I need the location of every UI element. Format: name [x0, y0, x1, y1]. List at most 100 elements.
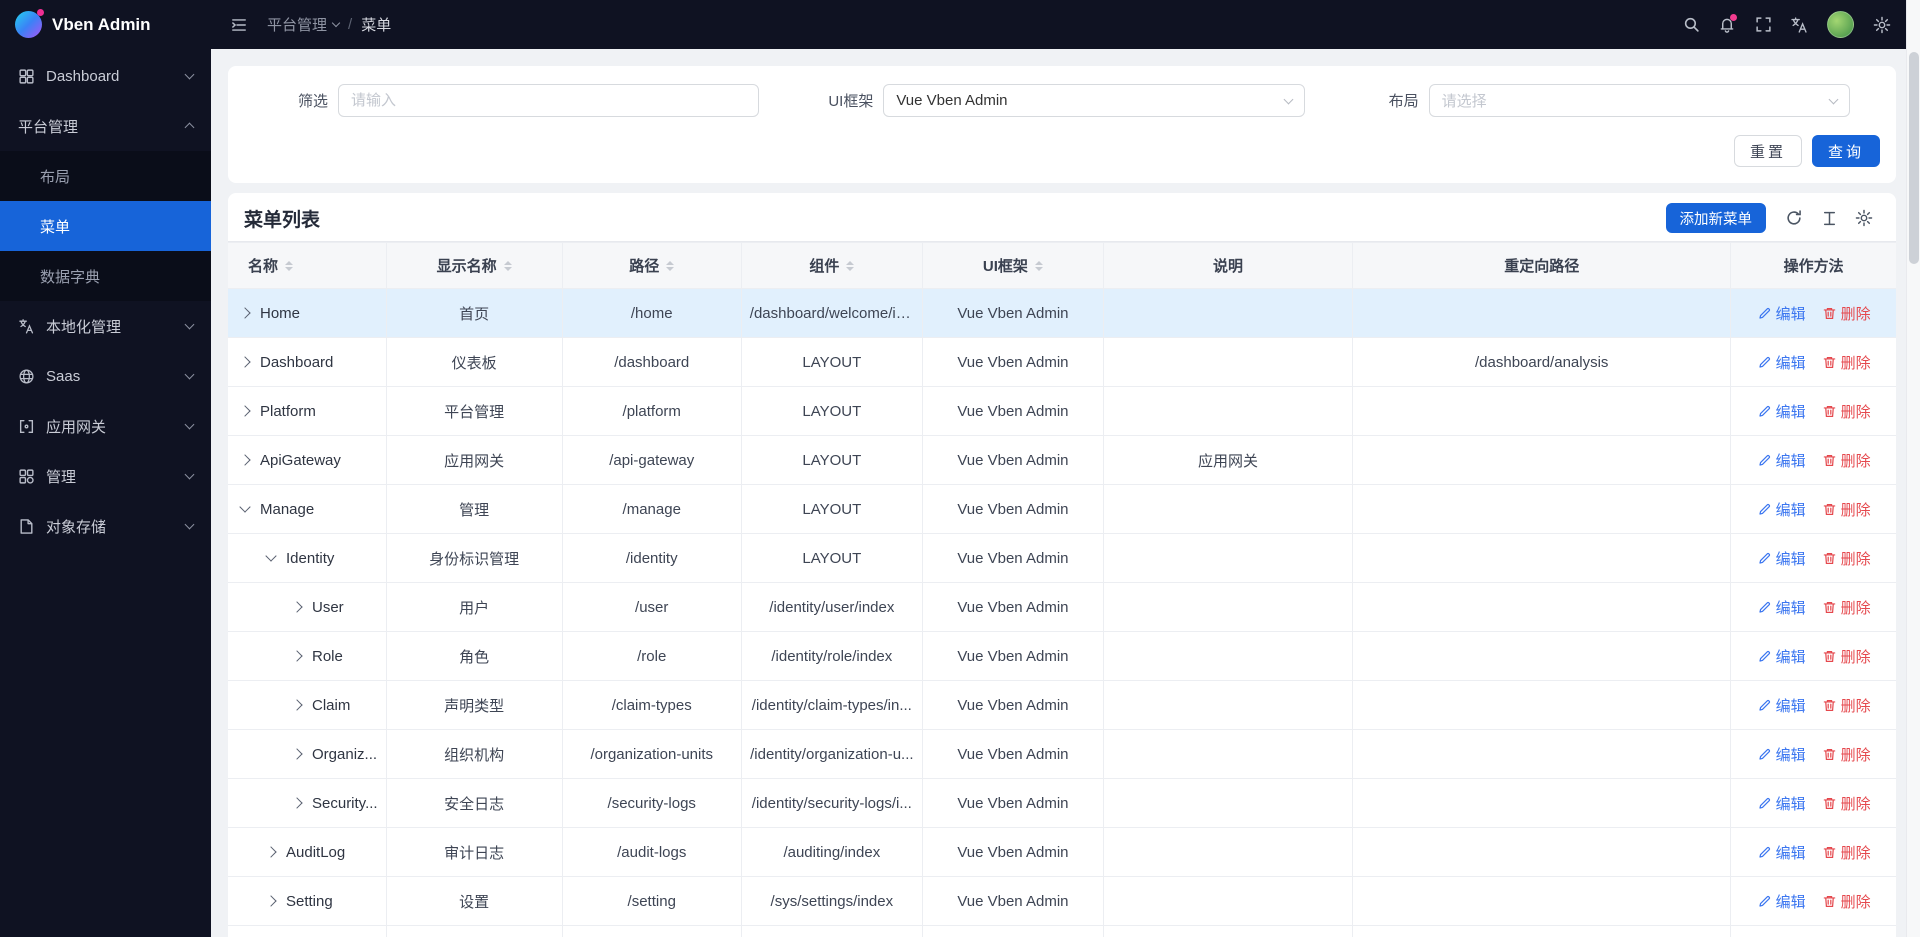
delete-button[interactable]: 删除 [1822, 793, 1871, 814]
cell-description [1103, 289, 1352, 338]
edit-button[interactable]: 编辑 [1757, 303, 1806, 324]
column-header-3[interactable]: 组件 [741, 243, 922, 289]
sidebar-subitem-2[interactable]: 数据字典 [0, 251, 211, 301]
keyword-input[interactable] [338, 84, 759, 117]
avatar[interactable] [1827, 11, 1854, 38]
column-label: UI框架 [983, 255, 1028, 276]
expand-row-icon[interactable] [265, 895, 276, 906]
filter-field-ui-framework: UI框架 Vue Vben Admin [789, 84, 1334, 117]
cell-name: Role [228, 632, 386, 681]
sort-icon[interactable] [504, 261, 512, 271]
delete-button[interactable]: 删除 [1822, 303, 1871, 324]
sort-icon[interactable] [1035, 261, 1043, 271]
edit-button[interactable]: 编辑 [1757, 793, 1806, 814]
sidebar-item-gateway[interactable]: 应用网关 [0, 401, 211, 451]
expand-row-icon[interactable] [291, 748, 302, 759]
refresh-icon[interactable] [1778, 202, 1810, 234]
sidebar-item-platform[interactable]: 平台管理 [0, 101, 211, 151]
layout-select[interactable]: 请选择 [1429, 84, 1850, 117]
breadcrumb-item-platform[interactable]: 平台管理 [267, 14, 339, 35]
app-logo[interactable]: Vben Admin [0, 0, 211, 49]
column-header-4[interactable]: UI框架 [922, 243, 1103, 289]
edit-button[interactable]: 编辑 [1757, 744, 1806, 765]
trash-icon [1822, 845, 1837, 860]
sidebar-item-manage[interactable]: 管理 [0, 451, 211, 501]
delete-button[interactable]: 删除 [1822, 352, 1871, 373]
pencil-icon [1757, 649, 1772, 664]
translate-icon[interactable] [1783, 9, 1815, 41]
menu-name: ApiGateway [260, 452, 341, 469]
settings-icon[interactable] [1848, 202, 1880, 234]
expand-row-icon[interactable] [239, 405, 250, 416]
expand-row-icon[interactable] [239, 307, 250, 318]
edit-button[interactable]: 编辑 [1757, 695, 1806, 716]
fullscreen-icon[interactable] [1747, 9, 1779, 41]
column-label: 重定向路径 [1504, 255, 1579, 276]
sort-icon[interactable] [846, 261, 854, 271]
cell-display-name: 组织机构 [386, 730, 562, 779]
edit-button[interactable]: 编辑 [1757, 646, 1806, 667]
collapse-row-icon[interactable] [239, 501, 250, 512]
delete-button[interactable]: 删除 [1822, 597, 1871, 618]
scrollbar-thumb[interactable] [1909, 52, 1919, 264]
storage-icon [18, 518, 35, 535]
ui-framework-select[interactable]: Vue Vben Admin [883, 84, 1304, 117]
edit-button[interactable]: 编辑 [1757, 450, 1806, 471]
sidebar-item-storage[interactable]: 对象存储 [0, 501, 211, 551]
expand-row-icon[interactable] [239, 356, 250, 367]
sidebar-item-label: Saas [46, 368, 175, 385]
sidebar-subitem-1[interactable]: 菜单 [0, 201, 211, 251]
sidebar-subitem-0[interactable]: 布局 [0, 151, 211, 201]
delete-button[interactable]: 删除 [1822, 842, 1871, 863]
expand-row-icon[interactable] [291, 601, 302, 612]
trash-icon [1822, 747, 1837, 762]
expand-row-icon[interactable] [265, 846, 276, 857]
bell-icon[interactable] [1711, 9, 1743, 41]
add-menu-button[interactable]: 添加新菜单 [1666, 203, 1767, 233]
delete-button[interactable]: 删除 [1822, 891, 1871, 912]
delete-button[interactable]: 删除 [1822, 450, 1871, 471]
cell-component: /identity/organization-u... [741, 730, 922, 779]
expand-row-icon[interactable] [291, 797, 302, 808]
menu-fold-icon[interactable] [223, 9, 255, 41]
column-header-2[interactable]: 路径 [562, 243, 741, 289]
delete-button[interactable]: 删除 [1822, 744, 1871, 765]
column-header-1[interactable]: 显示名称 [386, 243, 562, 289]
reset-button[interactable]: 重置 [1734, 135, 1802, 167]
cell-display-name: 应用网关 [386, 436, 562, 485]
column-header-7: 操作方法 [1731, 243, 1896, 289]
expand-row-icon[interactable] [291, 699, 302, 710]
delete-button[interactable]: 删除 [1822, 401, 1871, 422]
edit-button[interactable]: 编辑 [1757, 842, 1806, 863]
delete-button[interactable]: 删除 [1822, 548, 1871, 569]
delete-button[interactable]: 删除 [1822, 646, 1871, 667]
delete-button[interactable]: 删除 [1822, 499, 1871, 520]
collapse-row-icon[interactable] [265, 550, 276, 561]
edit-button[interactable]: 编辑 [1757, 352, 1806, 373]
row-height-icon[interactable] [1813, 202, 1845, 234]
expand-row-icon[interactable] [239, 454, 250, 465]
settings-icon[interactable] [1866, 9, 1898, 41]
table-row-partial [228, 926, 1896, 937]
sidebar-item-saas[interactable]: Saas [0, 351, 211, 401]
search-button[interactable]: 查询 [1812, 135, 1880, 167]
cell-display-name: 审计日志 [386, 828, 562, 877]
cell-actions: 编辑删除 [1731, 681, 1896, 730]
edit-button[interactable]: 编辑 [1757, 597, 1806, 618]
search-icon[interactable] [1675, 9, 1707, 41]
pencil-icon [1757, 502, 1772, 517]
expand-row-icon[interactable] [291, 650, 302, 661]
column-header-0[interactable]: 名称 [228, 243, 386, 289]
cell-ui-framework: Vue Vben Admin [922, 387, 1103, 436]
scrollbar-track[interactable] [1906, 0, 1920, 937]
sidebar-item-dashboard[interactable]: Dashboard [0, 51, 211, 101]
edit-button[interactable]: 编辑 [1757, 401, 1806, 422]
sort-icon[interactable] [285, 261, 293, 271]
sidebar-item-localization[interactable]: 本地化管理 [0, 301, 211, 351]
delete-button[interactable]: 删除 [1822, 695, 1871, 716]
edit-button[interactable]: 编辑 [1757, 891, 1806, 912]
edit-button[interactable]: 编辑 [1757, 548, 1806, 569]
cell-name: Setting [228, 877, 386, 926]
edit-button[interactable]: 编辑 [1757, 499, 1806, 520]
sort-icon[interactable] [666, 261, 674, 271]
